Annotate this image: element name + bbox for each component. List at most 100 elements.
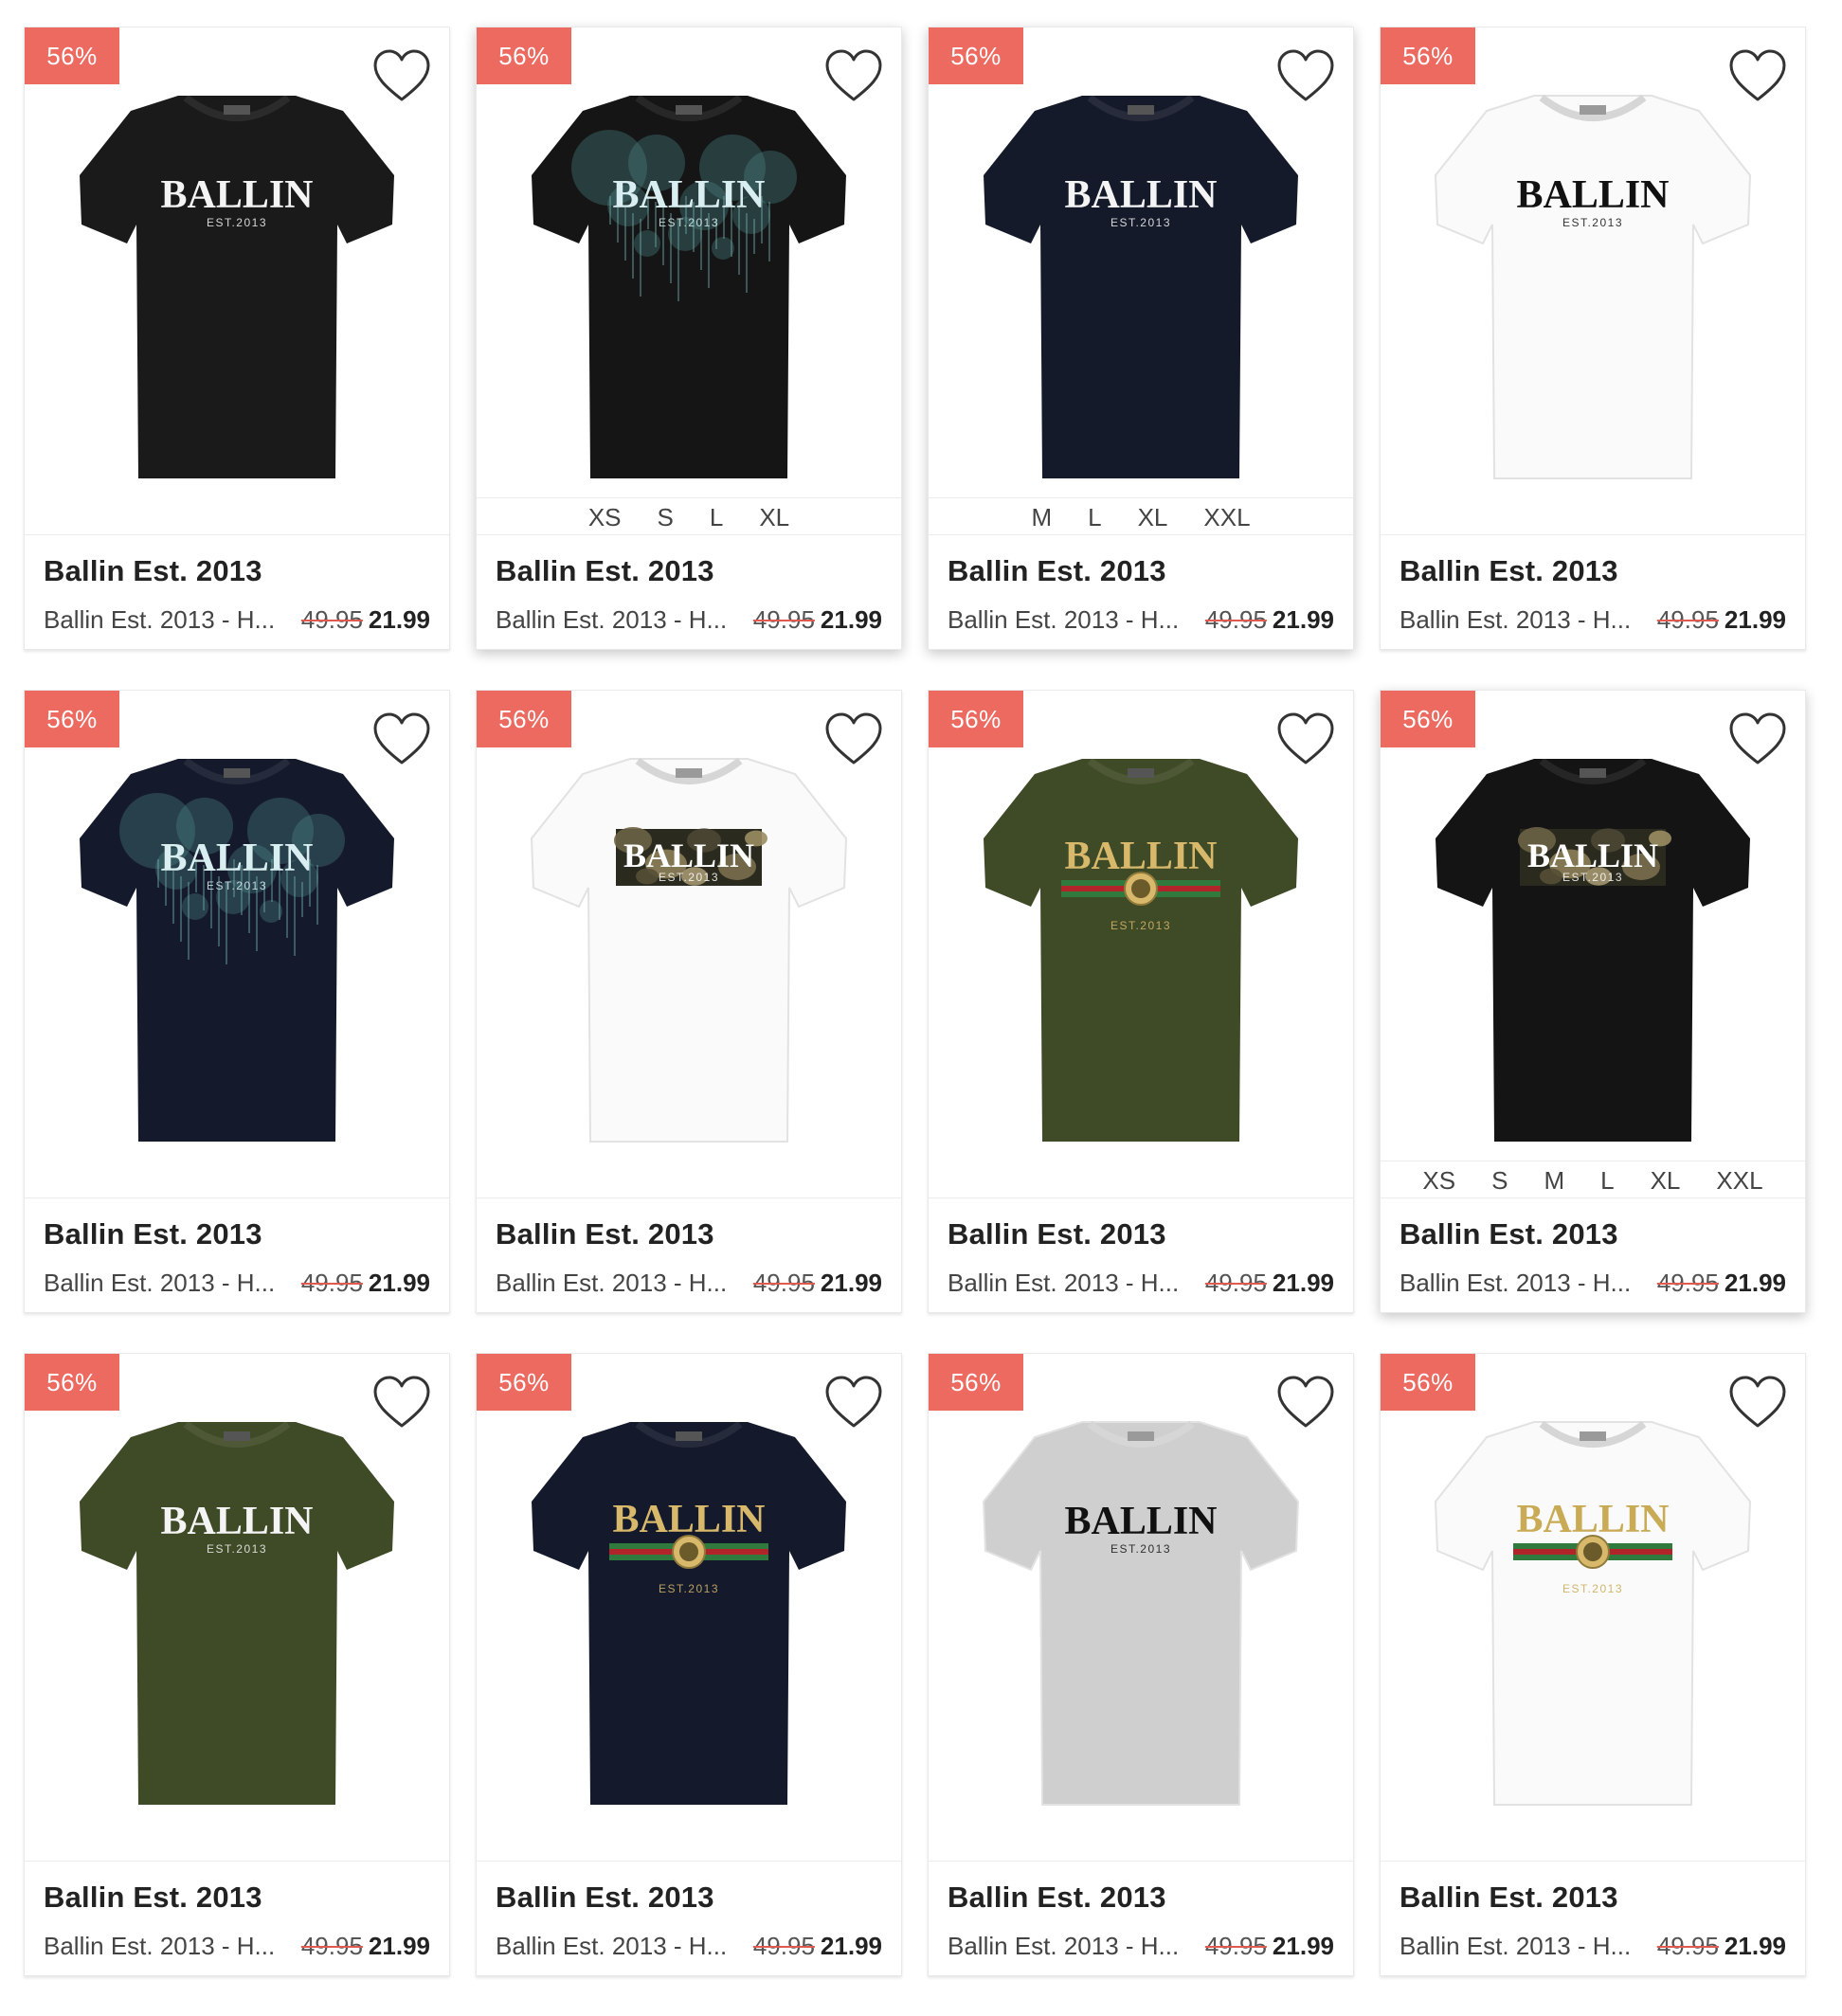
size-option[interactable]: XS — [1422, 1161, 1455, 1197]
heart-icon[interactable] — [371, 46, 432, 107]
product-name[interactable]: Ballin Est. 2013 - H... — [496, 605, 727, 635]
product-brand[interactable]: Ballin Est. 2013 — [44, 1217, 262, 1251]
product-image-area[interactable]: BALLIN EST.2013 56% — [929, 691, 1353, 1197]
size-option[interactable]: M — [1031, 498, 1052, 534]
product-image-area[interactable]: BALLIN EST.2013 56% — [25, 27, 449, 534]
product-card[interactable]: BALLIN EST.2013 56% Ballin Est. 2013 Ballin … — [928, 1353, 1354, 1976]
product-card[interactable]: BALLIN EST.2013 56% XS S M L XL XXL Ballin Est. 2… — [1380, 690, 1806, 1313]
size-option[interactable]: XXL — [1716, 1161, 1762, 1197]
product-brand[interactable]: Ballin Est. 2013 — [1400, 1881, 1618, 1915]
size-option[interactable]: XL — [1651, 1161, 1681, 1197]
tshirt-image[interactable]: BALLINEST.2013 — [1418, 746, 1767, 1143]
discount-badge: 56% — [1381, 1354, 1475, 1411]
product-image-area[interactable]: BALLIN EST.2013 56% — [477, 691, 901, 1197]
card-divider — [929, 1197, 1353, 1198]
product-card[interactable]: BALLIN EST.2013 56% Ballin Est. 2013 Ballin … — [1380, 1353, 1806, 1976]
product-card[interactable]: BALLIN EST.2013 56% Ballin Est. 2013 Ballin … — [928, 690, 1354, 1313]
shirt-sub-text: EST.2013 — [1562, 216, 1623, 229]
tshirt-image[interactable]: BALLINEST.2013 — [63, 82, 411, 480]
product-name[interactable]: Ballin Est. 2013 - H... — [44, 1932, 275, 1961]
heart-icon[interactable] — [1727, 1373, 1788, 1433]
tshirt-image[interactable]: BALLINEST.2013 — [1418, 1409, 1767, 1807]
product-name[interactable]: Ballin Est. 2013 - H... — [1400, 1932, 1631, 1961]
size-option[interactable]: XL — [759, 498, 789, 534]
old-price: 49.95 — [1204, 1269, 1267, 1297]
shirt-logo-text: BALLIN — [1516, 173, 1669, 217]
tshirt-body — [80, 1422, 394, 1805]
old-price: 49.95 — [752, 1269, 815, 1297]
product-brand[interactable]: Ballin Est. 2013 — [44, 1881, 262, 1915]
shirt-sub-text: EST.2013 — [659, 871, 719, 884]
tshirt-image[interactable]: BALLINEST.2013 — [63, 1409, 411, 1807]
heart-icon[interactable] — [1275, 46, 1336, 107]
product-image-area[interactable]: BALLIN EST.2013 56% — [25, 1354, 449, 1861]
heart-icon[interactable] — [1275, 1373, 1336, 1433]
product-brand[interactable]: Ballin Est. 2013 — [948, 1881, 1166, 1915]
product-name[interactable]: Ballin Est. 2013 - H... — [496, 1269, 727, 1298]
size-option[interactable]: XL — [1138, 498, 1168, 534]
product-name[interactable]: Ballin Est. 2013 - H... — [496, 1932, 727, 1961]
size-option[interactable]: S — [658, 498, 674, 534]
heart-icon[interactable] — [823, 710, 884, 770]
product-card[interactable]: BALLIN EST.2013 56% Ballin Est. 2013 Ballin … — [476, 690, 902, 1313]
size-option[interactable]: L — [710, 498, 723, 534]
size-option[interactable]: L — [1600, 1161, 1614, 1197]
old-price: 49.95 — [1204, 1932, 1267, 1960]
heart-icon[interactable] — [371, 710, 432, 770]
product-brand[interactable]: Ballin Est. 2013 — [1400, 554, 1618, 588]
heart-icon[interactable] — [823, 1373, 884, 1433]
tshirt-image[interactable]: BALLINEST.2013 — [515, 82, 863, 480]
size-option[interactable]: S — [1491, 1161, 1508, 1197]
tshirt-image[interactable]: BALLINEST.2013 — [966, 82, 1315, 480]
product-card[interactable]: BALLIN EST.2013 56% M L XL XXL Ballin Est. 2013… — [928, 27, 1354, 650]
discount-badge: 56% — [1381, 27, 1475, 84]
product-brand[interactable]: Ballin Est. 2013 — [496, 554, 714, 588]
product-name[interactable]: Ballin Est. 2013 - H... — [44, 1269, 275, 1298]
product-image-area[interactable]: BALLIN EST.2013 56% M L XL XXL — [929, 27, 1353, 534]
product-image-area[interactable]: BALLIN EST.2013 56% — [1381, 1354, 1805, 1861]
tshirt-image[interactable]: BALLINEST.2013 — [63, 746, 411, 1143]
product-brand[interactable]: Ballin Est. 2013 — [496, 1881, 714, 1915]
heart-icon[interactable] — [823, 46, 884, 107]
product-card[interactable]: BALLIN EST.2013 56% Ballin Est. 2013 Ballin … — [476, 1353, 902, 1976]
product-card[interactable]: BALLIN EST.2013 56% Ballin Est. 2013 Ballin … — [24, 27, 450, 650]
tshirt-image[interactable]: BALLINEST.2013 — [1418, 82, 1767, 480]
sale-price: 21.99 — [368, 1269, 430, 1297]
product-image-area[interactable]: BALLIN EST.2013 56% XS S L XL — [477, 27, 901, 534]
shirt-logo-text: BALLIN — [1527, 837, 1658, 874]
product-brand[interactable]: Ballin Est. 2013 — [496, 1217, 714, 1251]
product-image-area[interactable]: BALLIN EST.2013 56% — [929, 1354, 1353, 1861]
tshirt-image[interactable]: BALLINEST.2013 — [515, 1409, 863, 1807]
product-name[interactable]: Ballin Est. 2013 - H... — [948, 1932, 1179, 1961]
product-card[interactable]: BALLIN EST.2013 56% Ballin Est. 2013 Ballin … — [24, 690, 450, 1313]
product-name[interactable]: Ballin Est. 2013 - H... — [1400, 605, 1631, 635]
product-card[interactable]: BALLIN EST.2013 56% XS S L XL Ballin Est. 2013 B… — [476, 27, 902, 650]
product-brand[interactable]: Ballin Est. 2013 — [44, 554, 262, 588]
tshirt-image[interactable]: BALLINEST.2013 — [966, 746, 1315, 1143]
tshirt-image[interactable]: BALLINEST.2013 — [515, 746, 863, 1143]
size-option[interactable]: XS — [588, 498, 622, 534]
product-name[interactable]: Ballin Est. 2013 - H... — [1400, 1269, 1631, 1298]
product-image-area[interactable]: BALLIN EST.2013 56% — [477, 1354, 901, 1861]
heart-icon[interactable] — [1727, 46, 1788, 107]
product-image-area[interactable]: BALLIN EST.2013 56% — [25, 691, 449, 1197]
size-option[interactable]: XXL — [1203, 498, 1250, 534]
product-name[interactable]: Ballin Est. 2013 - H... — [948, 1269, 1179, 1298]
product-image-area[interactable]: BALLIN EST.2013 56% — [1381, 27, 1805, 534]
size-option[interactable]: L — [1088, 498, 1101, 534]
heart-icon[interactable] — [1275, 710, 1336, 770]
product-name[interactable]: Ballin Est. 2013 - H... — [948, 605, 1179, 635]
product-card[interactable]: BALLIN EST.2013 56% Ballin Est. 2013 Ballin … — [24, 1353, 450, 1976]
product-brand[interactable]: Ballin Est. 2013 — [948, 1217, 1166, 1251]
old-price: 49.95 — [1656, 1932, 1719, 1960]
product-brand[interactable]: Ballin Est. 2013 — [1400, 1217, 1618, 1251]
product-brand[interactable]: Ballin Est. 2013 — [948, 554, 1166, 588]
product-card[interactable]: BALLIN EST.2013 56% Ballin Est. 2013 Ballin … — [1380, 27, 1806, 650]
heart-icon[interactable] — [371, 1373, 432, 1433]
product-name[interactable]: Ballin Est. 2013 - H... — [44, 605, 275, 635]
product-image-area[interactable]: BALLIN EST.2013 56% XS S M L XL XXL — [1381, 691, 1805, 1197]
sale-price: 21.99 — [368, 605, 430, 634]
tshirt-image[interactable]: BALLINEST.2013 — [966, 1409, 1315, 1807]
size-option[interactable]: M — [1544, 1161, 1564, 1197]
heart-icon[interactable] — [1727, 710, 1788, 770]
